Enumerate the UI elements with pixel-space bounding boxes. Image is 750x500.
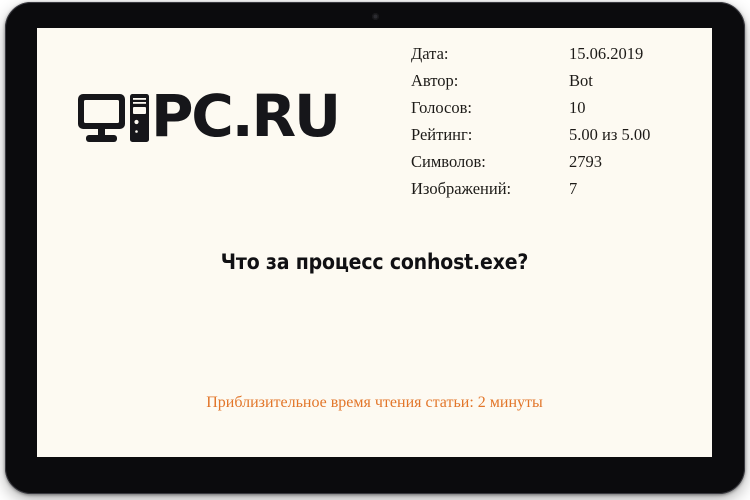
meta-value-votes: 10 [569,98,586,117]
table-row: Дата: 15.06.2019 [411,40,689,67]
meta-value-characters: 2793 [569,152,602,171]
site-logo[interactable]: PC.RU [77,82,341,150]
screenshot-stage: PC.RU Дата: 15.06.2019 Автор: Bot Голосо… [0,0,750,500]
header-area: PC.RU Дата: 15.06.2019 Автор: Bot Голосо… [37,28,712,218]
meta-label-date: Дата: [411,44,449,63]
reading-time-label: Приблизительное время чтения статьи: 2 м… [206,394,543,411]
logo-computer-icons [78,94,149,142]
table-row: Голосов: 10 [411,94,689,121]
meta-value-rating: 5.00 из 5.00 [569,125,651,144]
meta-label-votes: Голосов: [411,98,472,117]
device-frame: PC.RU Дата: 15.06.2019 Автор: Bot Голосо… [5,2,745,494]
meta-label-rating: Рейтинг: [411,125,473,144]
device-screen: PC.RU Дата: 15.06.2019 Автор: Bot Голосо… [37,28,712,457]
article-meta-table: Дата: 15.06.2019 Автор: Bot Голосов: 10 [411,40,689,202]
table-row: Символов: 2793 [411,148,689,175]
meta-label-author: Автор: [411,71,459,90]
table-row: Рейтинг: 5.00 из 5.00 [411,121,689,148]
table-row: Автор: Bot [411,67,689,94]
camera-dot-icon [371,13,379,20]
meta-label-images: Изображений: [411,179,512,198]
article-headline: Что за процесс conhost.exe? [220,250,529,275]
meta-value-author: Bot [569,71,593,90]
table-row: Изображений: 7 [411,175,689,202]
meta-value-date: 15.06.2019 [569,44,644,63]
meta-value-images: 7 [569,179,578,198]
desktop-monitor-icon [78,94,125,142]
pc-tower-icon [130,94,149,142]
logo-wordmark: PC.RU [151,82,341,150]
meta-label-characters: Символов: [411,152,486,171]
